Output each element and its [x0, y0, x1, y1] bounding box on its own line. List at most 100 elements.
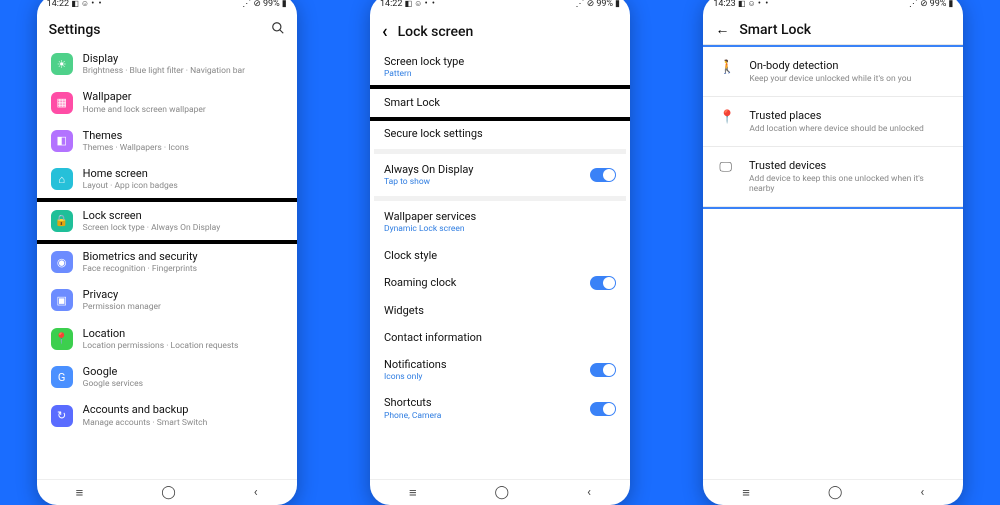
smartlock-row-trusted-devices[interactable]: 🖵Trusted devicesAdd device to keep this …: [703, 147, 963, 207]
row-label: Themes: [83, 129, 283, 142]
nav-back[interactable]: [920, 485, 924, 500]
divider-accent: [703, 207, 963, 209]
nav-home[interactable]: [828, 485, 843, 500]
settings-header: Settings: [37, 13, 297, 45]
settings-row-google[interactable]: GGoogleGoogle services: [41, 358, 293, 396]
lockscreen-row-roaming-clock[interactable]: Roaming clock: [374, 269, 626, 297]
nav-home[interactable]: [495, 485, 510, 500]
row-label: Wallpaper services: [384, 210, 616, 223]
status-app-icons: [405, 0, 423, 9]
row-sub: Google services: [83, 379, 283, 389]
row-label: On-body detection: [749, 59, 911, 72]
status-battery: 99%: [263, 0, 280, 9]
row-label: Smart Lock: [384, 96, 616, 109]
lockscreen-row-widgets[interactable]: Widgets: [374, 297, 626, 324]
smartlock-row-on-body-detection[interactable]: 🚶 On-body detection Keep your device unloc…: [703, 47, 963, 97]
status-battery: 99%: [596, 0, 613, 9]
privacy-icon: ▣: [51, 289, 73, 311]
home-screen-icon: ⌂: [51, 168, 73, 190]
row-label: Widgets: [384, 304, 616, 317]
smartlock-header: Smart Lock: [703, 13, 963, 45]
status-time: 14:22: [47, 0, 69, 9]
status-dots: [91, 0, 102, 9]
lockscreen-list: Screen lock typePattern Smart Lock Secure …: [370, 48, 630, 479]
status-time: 14:22: [380, 0, 402, 9]
page-title: Lock screen: [398, 24, 474, 40]
status-time: 14:23: [713, 0, 735, 9]
toggle-switch[interactable]: [590, 276, 616, 290]
status-bar: 14:22 99%▮: [37, 0, 297, 13]
row-sub: Brightness · Blue light filter · Navigat…: [83, 66, 283, 76]
settings-row-location[interactable]: 📍LocationLocation permissions · Location…: [41, 320, 293, 358]
row-label: Clock style: [384, 249, 616, 262]
search-icon[interactable]: [271, 21, 285, 39]
lockscreen-row-screen-lock-type[interactable]: Screen lock typePattern: [374, 48, 626, 86]
row-label: Privacy: [83, 288, 283, 301]
status-bar: 14:22 99%▮: [370, 0, 630, 13]
lockscreen-row-smart-lock[interactable]: Smart Lock: [370, 89, 630, 116]
status-app-icons: [71, 0, 89, 9]
settings-row-privacy[interactable]: ▣PrivacyPermission manager: [41, 281, 293, 319]
nav-recent[interactable]: [742, 485, 750, 501]
row-label: Screen lock type: [384, 55, 616, 68]
page-title: Settings: [49, 22, 101, 38]
settings-row-biometrics-and-security[interactable]: ◉Biometrics and securityFace recognition…: [41, 243, 293, 281]
toggle-switch[interactable]: [590, 402, 616, 416]
toggle-switch[interactable]: [590, 363, 616, 377]
status-app-icons: [738, 0, 756, 9]
row-label: Notifications: [384, 358, 580, 371]
row-label: Home screen: [83, 167, 283, 180]
nav-back[interactable]: [254, 485, 258, 500]
settings-row-wallpaper[interactable]: ▦WallpaperHome and lock screen wallpaper: [41, 83, 293, 121]
phone-settings: 14:22 99%▮ Settings ☀DisplayBrightness ·…: [37, 0, 297, 505]
row-label: Google: [83, 365, 283, 378]
row-sub: Phone, Camera: [384, 411, 580, 421]
nav-recent[interactable]: [409, 485, 417, 501]
lockscreen-row-contact-information[interactable]: Contact information: [374, 324, 626, 351]
row-label: Location: [83, 327, 283, 340]
settings-row-themes[interactable]: ◧ ThemesThemes · Wallpapers · Icons: [41, 122, 293, 160]
status-dots: [425, 0, 436, 9]
row-label: Shortcuts: [384, 396, 580, 409]
nav-recent[interactable]: [76, 485, 84, 501]
settings-row-lock-screen[interactable]: 🔒Lock screenScreen lock type · Always On…: [37, 202, 297, 240]
settings-row-home-screen[interactable]: ⌂Home screenLayout · App icon badges: [41, 160, 293, 198]
settings-row-accounts-and-backup[interactable]: ↻Accounts and backupManage accounts · Sm…: [41, 396, 293, 434]
row-label: Display: [83, 52, 283, 65]
status-dots: [758, 0, 769, 9]
phone-lockscreen: 14:22 99%▮ Lock screen Screen lock typeP…: [370, 0, 630, 505]
nav-home[interactable]: [161, 485, 176, 500]
row-sub: Keep your device unlocked while it's on …: [749, 74, 911, 84]
lockscreen-row-always-on-display[interactable]: Always On DisplayTap to show: [374, 156, 626, 194]
trusted-devices-icon: 🖵: [719, 160, 735, 175]
row-label: Trusted devices: [749, 159, 947, 172]
back-icon[interactable]: [715, 21, 729, 38]
lockscreen-row-secure-lock-settings[interactable]: Secure lock settings: [374, 120, 626, 147]
row-label: Biometrics and security: [83, 250, 283, 263]
toggle-switch[interactable]: [590, 168, 616, 182]
row-sub: Themes · Wallpapers · Icons: [83, 143, 283, 153]
row-label: Lock screen: [83, 209, 283, 222]
battery-icon: ▮: [948, 0, 953, 9]
trusted-places-icon: 📍: [719, 110, 735, 125]
on-body-detection-icon: 🚶: [719, 60, 735, 75]
lock-screen-icon: 🔒: [51, 210, 73, 232]
themes-icon: ◧: [51, 130, 73, 152]
row-sub: Location permissions · Location requests: [83, 341, 283, 351]
page-title: Smart Lock: [739, 22, 811, 38]
lockscreen-row-wallpaper-services[interactable]: Wallpaper servicesDynamic Lock screen: [374, 203, 626, 241]
status-signal-icons: [909, 0, 928, 9]
settings-row-display[interactable]: ☀DisplayBrightness · Blue light filter ·…: [41, 45, 293, 83]
smartlock-row-trusted-places[interactable]: 📍Trusted placesAdd location where device…: [703, 97, 963, 147]
lockscreen-row-shortcuts[interactable]: Shortcuts Phone, Camera: [374, 389, 626, 427]
row-label: Trusted places: [749, 109, 923, 122]
nav-back[interactable]: [587, 485, 591, 500]
settings-list: ☀DisplayBrightness · Blue light filter ·…: [37, 45, 297, 479]
lockscreen-row-clock-style[interactable]: Clock style: [374, 242, 626, 269]
lockscreen-row-notifications[interactable]: NotificationsIcons only: [374, 351, 626, 389]
battery-icon: ▮: [615, 0, 620, 9]
smartlock-list: 🚶 On-body detection Keep your device unloc…: [703, 47, 963, 479]
row-sub: Face recognition · Fingerprints: [83, 264, 283, 274]
lockscreen-header: Lock screen: [370, 13, 630, 48]
back-icon[interactable]: [382, 21, 388, 42]
